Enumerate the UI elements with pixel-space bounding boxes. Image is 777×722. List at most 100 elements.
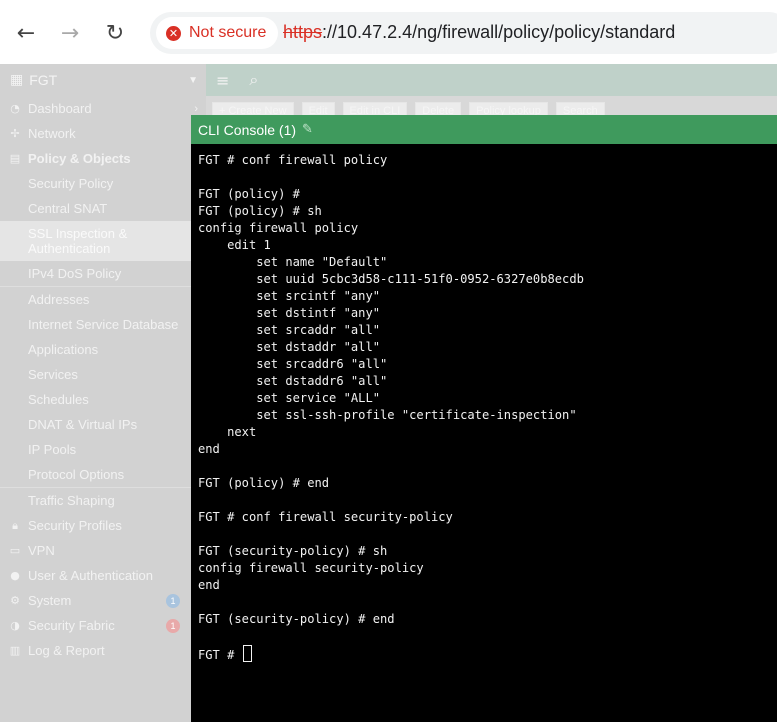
cli-console-header: CLI Console (1) ✎ (191, 115, 777, 144)
sidebar-item-label: SSL Inspection & Authentication (28, 226, 128, 256)
cli-line (198, 458, 771, 475)
sidebar-item-label: System (28, 593, 72, 608)
cli-line: next (198, 425, 257, 439)
sidebar-item-label: DNAT & Virtual IPs (28, 417, 138, 432)
cli-line: FGT (security-policy) # sh (198, 544, 388, 558)
cli-line: edit 1 (198, 238, 271, 252)
sidebar-item-label: IP Pools (28, 442, 77, 457)
policy-icon: ▤ (9, 152, 21, 165)
sidebar-item-schedules[interactable]: Schedules (0, 387, 206, 412)
sidebar-item-protocol-options[interactable]: Protocol Options (0, 462, 206, 487)
sidebar-item-security-policy[interactable]: Security Policy (0, 171, 206, 196)
sidebar-item-system[interactable]: ⚙ System 1 (0, 588, 206, 613)
cli-line: set srcintf "any" (198, 289, 381, 303)
sidebar-item-label: VPN (28, 543, 55, 558)
sidebar-header[interactable]: ▦ FGT ▼ (0, 64, 206, 96)
lock-icon: 🔒︎ (12, 518, 18, 532)
cli-prompt-line[interactable]: FGT # (198, 645, 771, 662)
sidebar-item-applications[interactable]: Applications (0, 337, 206, 362)
reload-icon[interactable]: ↻ (100, 18, 130, 48)
sidebar-item-label: Policy & Objects (28, 151, 131, 166)
cli-output[interactable]: FGT # conf firewall policy FGT (policy) #… (198, 152, 771, 722)
sidebar-item-internet-service-database[interactable]: Internet Service Database (0, 312, 206, 337)
sidebar-item-user-authentication[interactable]: ● User & Authentication (0, 563, 206, 588)
cli-console[interactable]: CLI Console (1) ✎ FGT # conf firewall po… (191, 115, 777, 722)
sidebar-item-services[interactable]: Services (0, 362, 206, 387)
search-icon[interactable]: ⌕ (249, 70, 258, 90)
notification-badge: 1 (166, 618, 180, 633)
cli-line (198, 169, 771, 186)
url-scheme: https (283, 22, 323, 42)
sidebar-item-security-profiles[interactable]: 🔒︎ Security Profiles (0, 513, 206, 538)
text-cursor (242, 645, 252, 662)
cli-line (198, 594, 771, 611)
sidebar-item-addresses[interactable]: Addresses (0, 287, 206, 312)
cli-line: set srcaddr "all" (198, 323, 381, 337)
sidebar-item-label: Security Fabric (28, 618, 115, 633)
security-indicator[interactable]: ✕ Not secure (156, 17, 279, 49)
cli-line (198, 628, 771, 645)
cli-line: FGT (policy) # (198, 187, 300, 201)
log-icon: ▥ (9, 644, 21, 657)
warning-icon: ✕ (166, 25, 181, 41)
cli-line: config firewall security-policy (198, 561, 424, 575)
sidebar-item-label: Security Profiles (28, 518, 122, 533)
cli-line: FGT # conf firewall security-policy (198, 510, 453, 524)
sidebar-item-label: Schedules (28, 392, 89, 407)
menu-icon[interactable]: ≡ (216, 71, 229, 90)
forward-arrow-icon[interactable]: → (55, 18, 85, 48)
cli-line: FGT (policy) # sh (198, 204, 322, 218)
cli-line: end (198, 578, 220, 592)
sidebar-item-label: Traffic Shaping (28, 493, 115, 508)
sidebar-item-traffic-shaping[interactable]: Traffic Shaping (0, 488, 206, 513)
cli-line (198, 526, 771, 543)
sidebar-item-network[interactable]: ✢ Network (0, 121, 206, 146)
cli-line: config firewall policy (198, 221, 359, 235)
cli-line: set service "ALL" (198, 391, 381, 405)
sidebar-item-log-report[interactable]: ▥ Log & Report (0, 638, 206, 663)
device-name: FGT (29, 72, 58, 88)
sidebar-item-label: Internet Service Database (28, 317, 179, 332)
sidebar-item-label: Security Policy (28, 176, 114, 191)
sidebar-item-ip-pools[interactable]: IP Pools (0, 437, 206, 462)
sidebar-item-label: Network (28, 126, 76, 141)
cli-line: set name "Default" (198, 255, 388, 269)
cli-line: FGT (policy) # end (198, 476, 330, 490)
chevron-down-icon: ▼ (188, 74, 198, 86)
chevron-right-icon: › (194, 102, 198, 115)
cli-line: set dstaddr6 "all" (198, 374, 388, 388)
sidebar-item-dnat-virtual-ips[interactable]: DNAT & Virtual IPs (0, 412, 206, 437)
cli-line: FGT # conf firewall policy (198, 153, 388, 167)
gear-icon: ⚙ (10, 594, 20, 607)
sidebar-item-ipv4-dos-policy[interactable]: IPv4 DoS Policy (0, 261, 206, 286)
cli-line: end (198, 442, 220, 456)
sidebar-item-label: Addresses (28, 292, 90, 307)
pencil-icon[interactable]: ✎ (302, 122, 313, 137)
cli-line: set dstaddr "all" (198, 340, 381, 354)
sidebar-item-label: Dashboard (28, 101, 92, 116)
security-label: Not secure (189, 24, 267, 41)
sidebar-item-label: Protocol Options (28, 467, 125, 482)
sidebar-item-policy-objects[interactable]: ▤ Policy & Objects (0, 146, 206, 171)
sidebar-item-label: IPv4 DoS Policy (28, 266, 122, 281)
cli-line: set ssl-ssh-profile "certificate-inspect… (198, 408, 577, 422)
sidebar-item-ssl-inspection[interactable]: SSL Inspection & Authentication (0, 221, 206, 261)
cli-line: set uuid 5cbc3d58-c111-51f0-0952-6327e0b… (198, 272, 584, 286)
sidebar-item-vpn[interactable]: ▭ VPN (0, 538, 206, 563)
cli-line: FGT (security-policy) # end (198, 612, 395, 626)
sidebar-item-label: Services (28, 367, 78, 382)
sidebar-item-security-fabric[interactable]: ◑ Security Fabric 1 (0, 613, 206, 638)
fabric-icon: ◑ (10, 619, 20, 632)
url-path: ://10.47.2.4/ng/firewall/policy/policy/s… (322, 22, 676, 42)
notification-badge: 1 (166, 593, 180, 608)
cli-line: set srcaddr6 "all" (198, 357, 388, 371)
back-arrow-icon[interactable]: ← (11, 18, 41, 48)
url-text[interactable]: https://10.47.2.4/ng/firewall/policy/pol… (283, 22, 675, 43)
user-icon: ● (10, 569, 20, 582)
address-bar[interactable]: ✕ Not secure https://10.47.2.4/ng/firewa… (150, 12, 777, 54)
sidebar-item-central-snat[interactable]: Central SNAT (0, 196, 206, 221)
sidebar-item-dashboard[interactable]: ◔ Dashboard › (0, 96, 206, 121)
sidebar-item-label: Log & Report (28, 643, 105, 658)
sidebar: ▦ FGT ▼ ◔ Dashboard › ✢ Network ▤ Policy… (0, 64, 206, 722)
sidebar-item-label: Applications (28, 342, 99, 357)
